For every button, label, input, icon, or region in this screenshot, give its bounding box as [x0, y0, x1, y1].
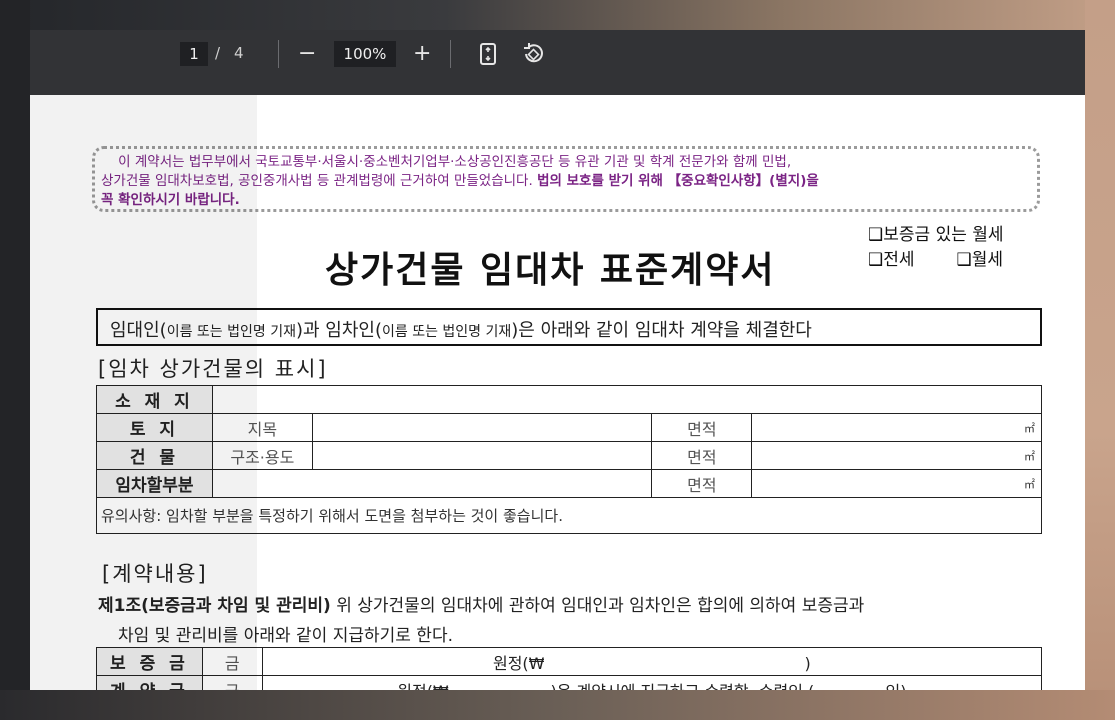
option-jeonse[interactable]: ❑전세	[868, 250, 915, 270]
notice-line-2: 상가건물 임대차보호법, 공인중개사법 등 관계법령에 근거하여 만들었습니다.	[101, 173, 533, 189]
contract-fee-field[interactable]: 원정(₩ )은 계약시에 지급하고 수령함. 수령인 ( 인)	[261, 675, 1043, 690]
current-page-input[interactable]: 1	[180, 42, 208, 66]
table-row: 임차할부분 면적 ㎡	[96, 469, 1042, 498]
deposit-prefix: 금	[201, 647, 263, 676]
zoom-out-button[interactable]: −	[298, 42, 316, 66]
intro-statement: 임대인(이름 또는 법인명 기재)과 임차인(이름 또는 법인명 기재)은 아래…	[96, 308, 1042, 346]
label-building: 건 물	[96, 441, 213, 470]
legal-notice-box: 이 계약서는 법무부에서 국토교통부·서울시·중소벤처기업부·소상공인진흥공단 …	[92, 146, 1040, 212]
notice-line-2-bold: 법의 보호를 받기 위해 【중요확인사항】(별지)을	[537, 173, 819, 189]
label-deposit: 보 증 금	[96, 647, 203, 676]
table-row: 건 물 구조·용도 면적 ㎡	[96, 441, 1042, 470]
section-heading-contract: [계약내용]	[102, 562, 208, 586]
document-page: 이 계약서는 법무부에서 국토교통부·서울시·중소벤처기업부·소상공인진흥공단 …	[30, 95, 1085, 690]
option-monthly[interactable]: ❑월세	[957, 250, 1004, 270]
deposit-won: 원정(₩	[492, 653, 545, 673]
leased-part-field[interactable]	[211, 469, 653, 498]
property-note: 유의사항: 임차할 부분을 특정하기 위해서 도면을 첨부하는 것이 좋습니다.	[96, 497, 1042, 534]
contract-fee-prefix: 금	[201, 675, 263, 690]
label-leased-part: 임차할부분	[96, 469, 213, 498]
location-field[interactable]	[211, 385, 1043, 414]
label-land-area: 면적	[651, 413, 753, 442]
intro-hint-b: 이름 또는 법인명 기재	[382, 324, 512, 340]
intro-part-a: 임대인(	[110, 320, 167, 341]
deposit-close: )	[804, 653, 811, 673]
payment-table: 보 증 금 금 원정(₩) 계 약 금 금 원정(₩ )은 계약시에 지급하고 …	[96, 647, 1043, 690]
background-left	[0, 0, 30, 720]
page-separator: /	[215, 44, 221, 62]
clause-1-heading: 제1조(보증금과 차임 및 관리비)	[98, 596, 331, 616]
label-leased-area: 면적	[651, 469, 753, 498]
lease-type-options: ❑보증금 있는 월세 ❑전세 ❑월세	[868, 223, 1004, 273]
leased-area-field[interactable]: ㎡	[751, 469, 1042, 498]
fit-page-icon[interactable]	[478, 42, 498, 72]
notice-line-1: 이 계약서는 법무부에서 국토교통부·서울시·중소벤처기업부·소상공인진흥공단 …	[118, 154, 792, 170]
land-category-field[interactable]	[311, 413, 653, 442]
deposit-amount-field[interactable]: 원정(₩)	[261, 647, 1043, 676]
label-building-area: 면적	[651, 441, 753, 470]
intro-part-c: )은 아래와 같이 임대차 계약을 체결한다	[511, 320, 812, 341]
table-row: 유의사항: 임차할 부분을 특정하기 위해서 도면을 첨부하는 것이 좋습니다.	[96, 497, 1042, 534]
background-right	[1085, 0, 1115, 720]
notice-line-3-bold: 꼭 확인하시기 바랍니다.	[101, 192, 240, 208]
table-row: 소 재 지	[96, 385, 1043, 414]
building-area-field[interactable]: ㎡	[751, 441, 1042, 470]
land-area-field[interactable]: ㎡	[751, 413, 1042, 442]
clause-1-text-2: 차임 및 관리비를 아래와 같이 지급하기로 한다.	[118, 626, 453, 646]
intro-hint-a: 이름 또는 법인명 기재	[166, 324, 296, 340]
document-title: 상가건물 임대차 표준계약서	[325, 250, 776, 291]
section-heading-property: [임차 상가건물의 표시]	[98, 357, 328, 381]
zoom-level-input[interactable]: 100%	[334, 41, 396, 67]
background-top	[0, 0, 1115, 30]
table-row: 보 증 금 금 원정(₩)	[96, 647, 1043, 676]
label-location: 소 재 지	[96, 385, 213, 414]
toolbar-divider	[450, 40, 451, 68]
toolbar-divider	[278, 40, 279, 68]
table-row: 계 약 금 금 원정(₩ )은 계약시에 지급하고 수령함. 수령인 ( 인)	[96, 675, 1043, 690]
intro-part-b: )과 임차인(	[295, 320, 382, 341]
clause-1: 제1조(보증금과 차임 및 관리비) 위 상가건물의 임대차에 관하여 임대인과…	[98, 591, 1043, 651]
property-table: 소 재 지 토 지 지목 면적 ㎡ 건 물 구조·용도 면적 ㎡ 임차할부분 면…	[96, 385, 1043, 534]
table-row: 토 지 지목 면적 ㎡	[96, 413, 1042, 442]
background-bottom	[0, 690, 1115, 720]
label-land: 토 지	[96, 413, 213, 442]
zoom-in-button[interactable]: +	[413, 42, 431, 66]
clause-1-text-1: 위 상가건물의 임대차에 관하여 임대인과 임차인은 합의에 의하여 보증금과	[336, 596, 865, 616]
total-pages: 4	[234, 44, 244, 62]
label-building-use: 구조·용도	[211, 441, 313, 470]
option-monthly-with-deposit[interactable]: ❑보증금 있는 월세	[868, 223, 1004, 248]
rotate-icon[interactable]	[520, 42, 546, 72]
label-land-category: 지목	[211, 413, 313, 442]
label-contract-fee: 계 약 금	[96, 675, 203, 690]
building-use-field[interactable]	[311, 441, 653, 470]
